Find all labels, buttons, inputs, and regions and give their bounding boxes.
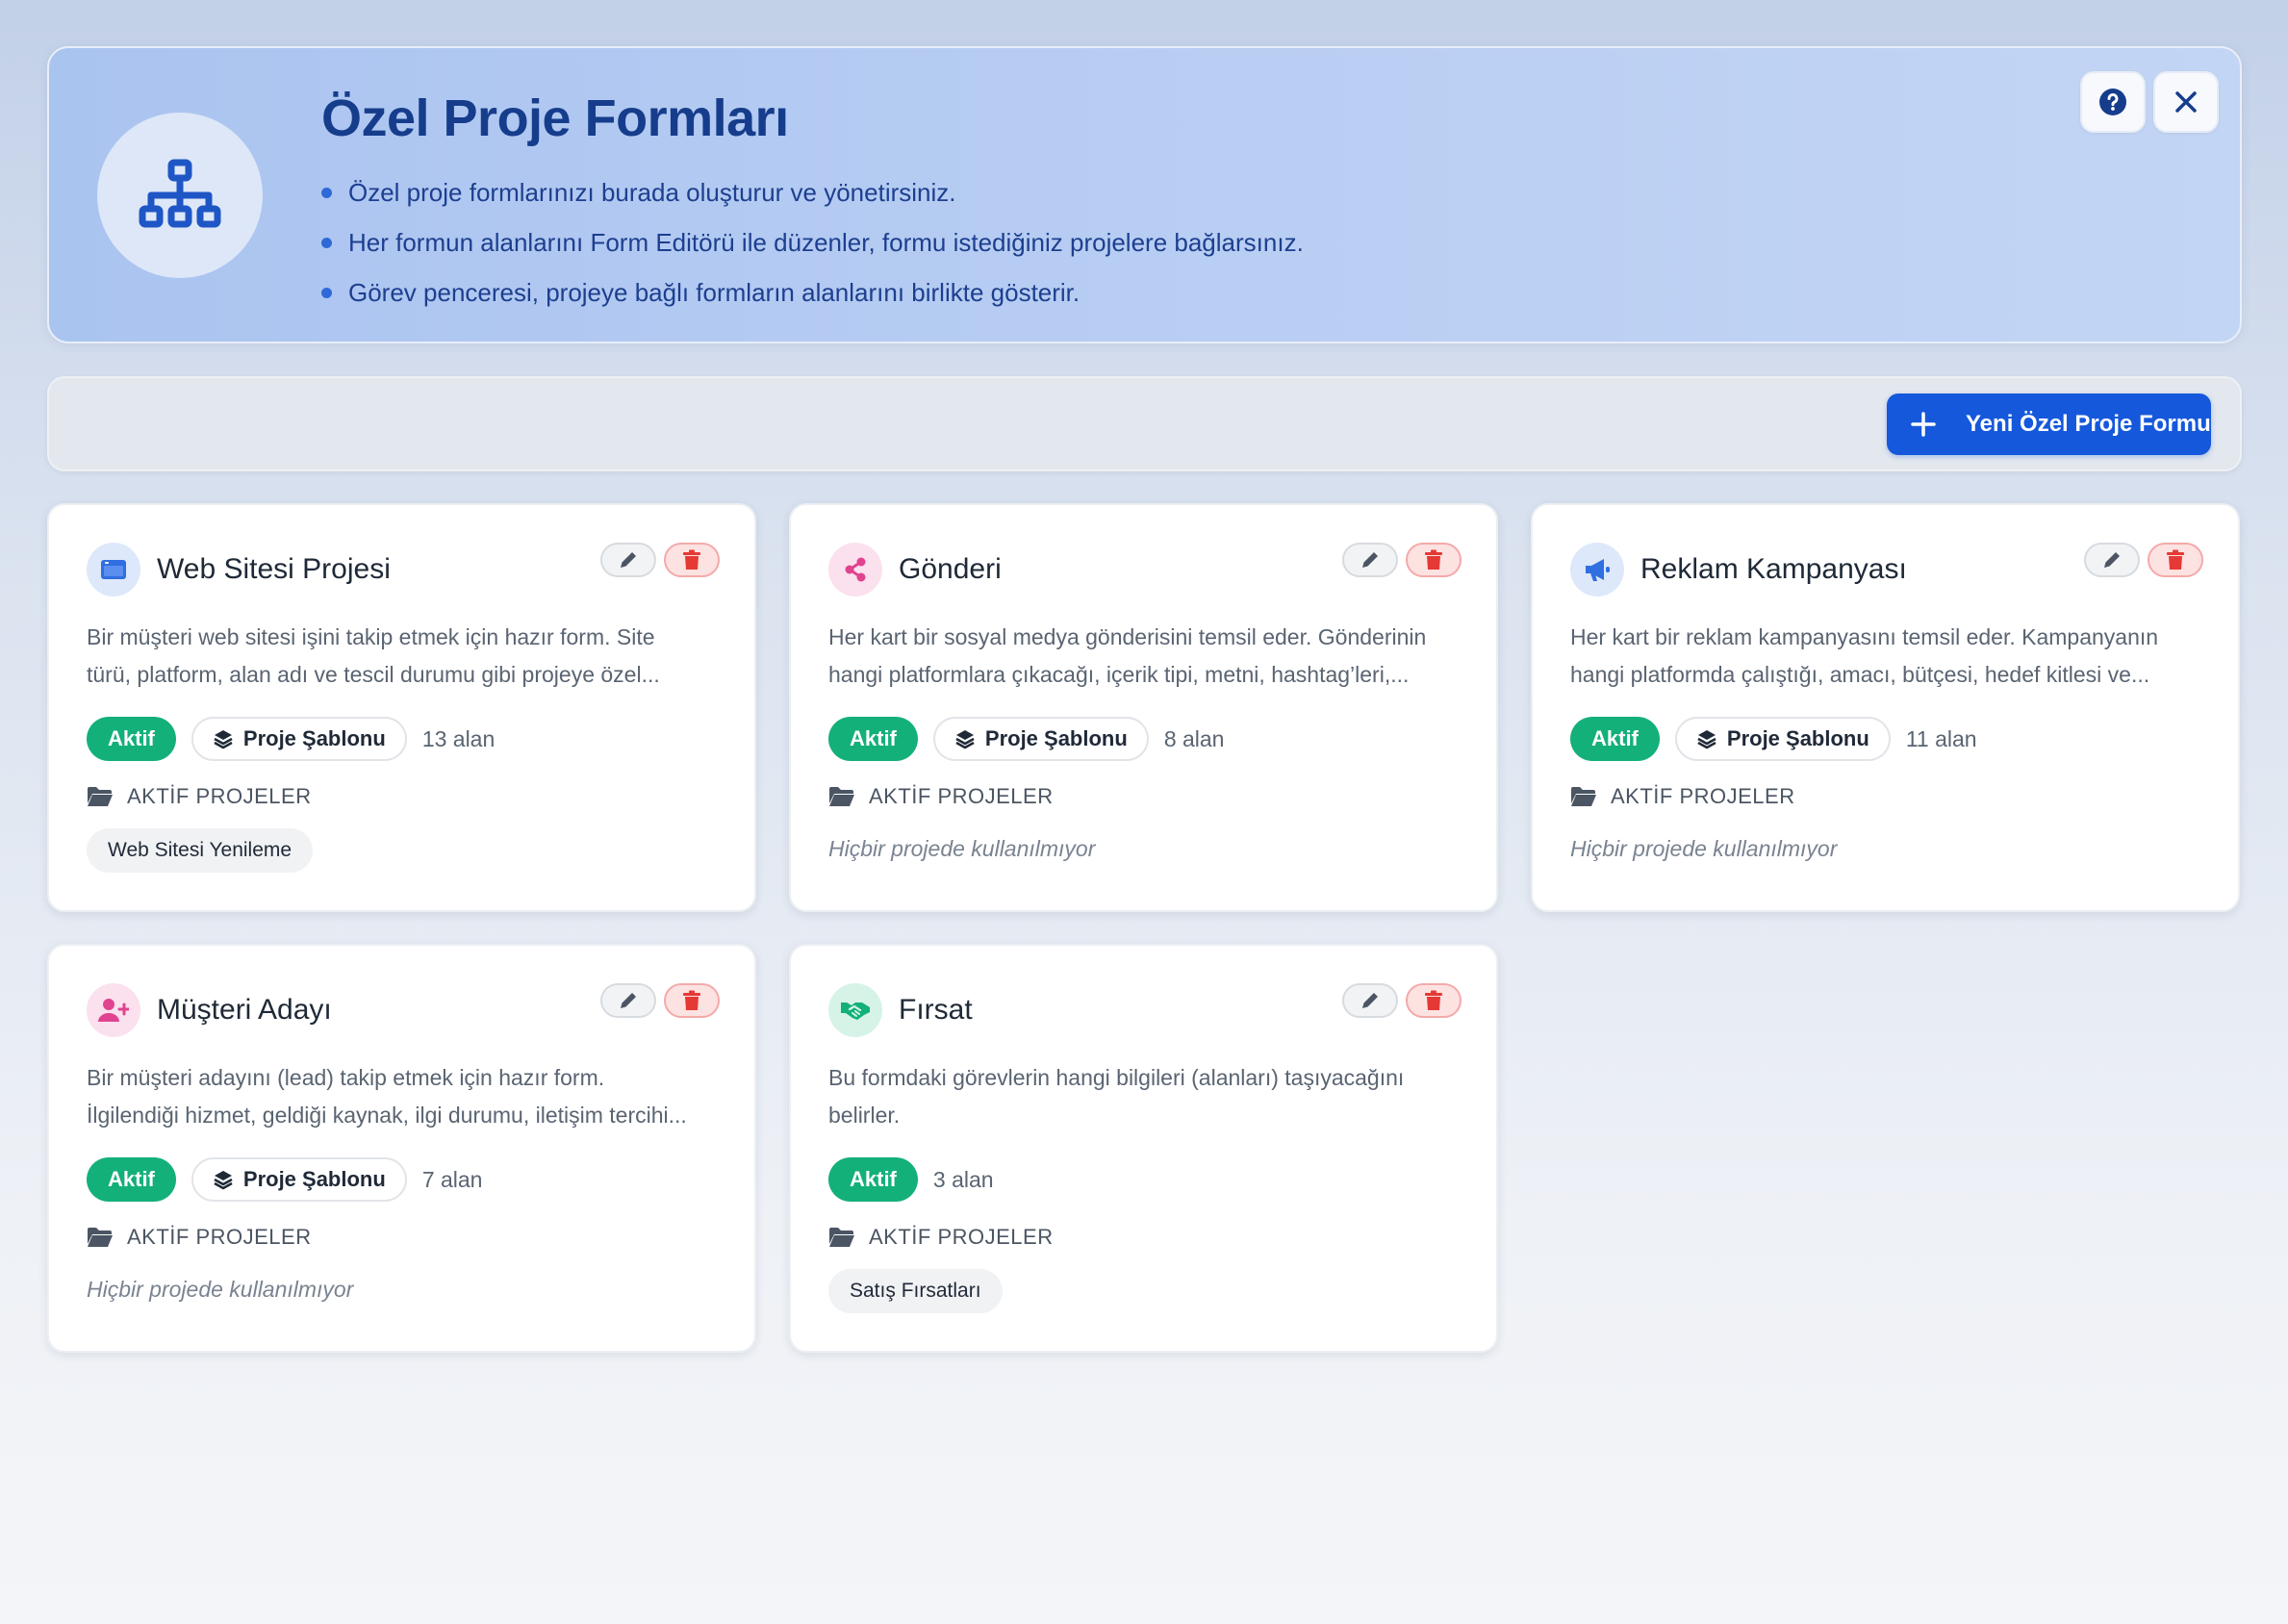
active-projects-label: AKTİF PROJELER (828, 1225, 1054, 1250)
sitemap-icon (97, 113, 263, 278)
handshake-icon (828, 983, 882, 1037)
trash-icon (683, 549, 700, 570)
info-item: Özel proje formlarınızı burada oluşturur… (321, 167, 1304, 217)
card-description: Her kart bir sosyal medya gönderisini te… (828, 624, 1427, 687)
layers-icon (214, 1171, 233, 1190)
no-projects-text: Hiçbir projede kullanılmıyor (87, 1277, 354, 1302)
new-form-button[interactable]: Yeni Özel Proje Formu (1887, 393, 2211, 455)
edit-button[interactable] (600, 983, 656, 1018)
close-icon (2175, 91, 2197, 113)
status-badge: Aktif (828, 1157, 918, 1202)
edit-button[interactable] (2084, 543, 2140, 577)
close-button[interactable] (2153, 71, 2219, 133)
question-circle-icon (2099, 89, 2126, 115)
edit-button[interactable] (600, 543, 656, 577)
layers-icon (955, 730, 975, 749)
folder-open-icon (88, 787, 113, 806)
delete-button[interactable] (1406, 983, 1462, 1018)
no-projects-text: Hiçbir projede kullanılmıyor (1570, 836, 1838, 861)
toolbar: Yeni Özel Proje Formu (47, 376, 2242, 471)
info-list: Özel proje formlarınızı burada oluşturur… (321, 167, 1304, 317)
template-badge: Proje Şablonu (191, 1157, 407, 1202)
form-card[interactable]: Reklam Kampanyası Her kart bir reklam ka… (1531, 503, 2240, 912)
delete-button[interactable] (1406, 543, 1462, 577)
megaphone-icon (1570, 543, 1624, 596)
status-badge: Aktif (87, 717, 176, 761)
form-card[interactable]: Fırsat Bu formdaki görevlerin hangi bilg… (789, 944, 1498, 1353)
plus-icon (1911, 412, 1936, 437)
layers-icon (1697, 730, 1716, 749)
field-count: 13 alan (421, 725, 496, 751)
browser-window-icon (87, 543, 140, 596)
template-badge: Proje Şablonu (1674, 717, 1891, 761)
card-description: Bir müşteri adayını (lead) takip etmek i… (87, 1065, 687, 1128)
pencil-icon (621, 993, 636, 1008)
form-card[interactable]: Web Sitesi Projesi Bir müşteri web sites… (47, 503, 756, 912)
card-title: Müşteri Adayı (157, 994, 332, 1026)
card-title: Reklam Kampanyası (1640, 553, 1907, 585)
field-count: 7 alan (421, 1166, 483, 1192)
pencil-icon (1362, 993, 1378, 1008)
form-card[interactable]: Gönderi Her kart bir sosyal medya gönder… (789, 503, 1498, 912)
folder-open-icon (88, 1228, 113, 1247)
status-badge: Aktif (828, 717, 918, 761)
edit-button[interactable] (1342, 983, 1398, 1018)
user-plus-icon (87, 983, 140, 1037)
field-count: 11 alan (1905, 725, 1977, 751)
active-projects-label: AKTİF PROJELER (87, 1225, 312, 1250)
new-form-button-label: Yeni Özel Proje Formu (1966, 411, 2211, 437)
no-projects-text: Hiçbir projede kullanılmıyor (828, 836, 1096, 861)
card-description: Bu formdaki görevlerin hangi bilgileri (… (828, 1065, 1405, 1128)
folder-open-icon (1571, 787, 1596, 806)
card-description: Bir müşteri web sitesi işini takip etmek… (87, 624, 660, 687)
edit-button[interactable] (1342, 543, 1398, 577)
layers-icon (214, 730, 233, 749)
trash-icon (683, 990, 700, 1010)
delete-button[interactable] (664, 543, 720, 577)
status-badge: Aktif (87, 1157, 176, 1202)
trash-icon (1425, 990, 1442, 1010)
info-item: Her formun alanlarını Form Editörü ile d… (321, 217, 1304, 267)
pencil-icon (621, 552, 636, 568)
pencil-icon (2104, 552, 2120, 568)
project-chip[interactable]: Web Sitesi Yenileme (87, 828, 314, 873)
pencil-icon (1362, 552, 1378, 568)
info-item: Görev penceresi, projeye bağlı formların… (321, 267, 1304, 317)
active-projects-label: AKTİF PROJELER (1570, 784, 1795, 809)
active-projects-label: AKTİF PROJELER (828, 784, 1054, 809)
card-description: Her kart bir reklam kampanyasını temsil … (1570, 624, 2159, 687)
trash-icon (2167, 549, 2184, 570)
delete-button[interactable] (2148, 543, 2203, 577)
folder-open-icon (829, 1228, 854, 1247)
header-banner: Özel Proje Formları Özel proje formların… (47, 46, 2242, 343)
page-title: Özel Proje Formları (321, 89, 789, 147)
project-chip[interactable]: Satış Fırsatları (828, 1269, 1003, 1313)
help-button[interactable] (2080, 71, 2146, 133)
field-count: 3 alan (932, 1166, 994, 1192)
trash-icon (1425, 549, 1442, 570)
card-title: Gönderi (899, 553, 1002, 585)
share-icon (828, 543, 882, 596)
field-count: 8 alan (1163, 725, 1225, 751)
template-badge: Proje Şablonu (191, 717, 407, 761)
card-title: Fırsat (899, 994, 973, 1026)
template-badge: Proje Şablonu (932, 717, 1149, 761)
card-title: Web Sitesi Projesi (157, 553, 391, 585)
delete-button[interactable] (664, 983, 720, 1018)
form-card[interactable]: Müşteri Adayı Bir müşteri adayını (lead)… (47, 944, 756, 1353)
folder-open-icon (829, 787, 854, 806)
status-badge: Aktif (1570, 717, 1660, 761)
active-projects-label: AKTİF PROJELER (87, 784, 312, 809)
